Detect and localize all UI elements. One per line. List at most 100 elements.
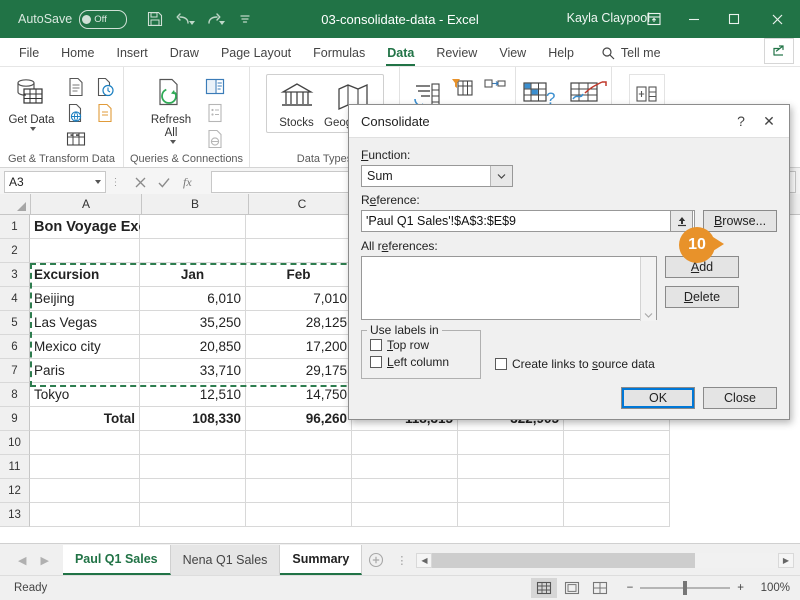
tab-formulas[interactable]: Formulas	[302, 43, 376, 66]
cell-c2[interactable]	[246, 239, 352, 263]
zoom-level-label[interactable]: 100%	[754, 582, 800, 594]
sheet-nav-arrows[interactable]: ◀ ▶	[0, 554, 63, 567]
cell-d11[interactable]	[352, 455, 458, 479]
cell-a4[interactable]: Beijing	[30, 287, 140, 311]
cancel-icon[interactable]	[134, 176, 147, 189]
cell-b5[interactable]: 35,250	[140, 311, 246, 335]
cell-d12[interactable]	[352, 479, 458, 503]
close-button[interactable]: Close	[703, 387, 777, 409]
tab-data[interactable]: Data	[376, 43, 425, 66]
cell-b1[interactable]	[140, 215, 246, 239]
left-column-checkbox[interactable]	[370, 356, 382, 368]
queries-connections-pane-icon[interactable]	[202, 75, 228, 99]
existing-connections-icon[interactable]	[92, 101, 118, 125]
tab-home[interactable]: Home	[50, 43, 105, 66]
customize-quick-access-icon[interactable]	[231, 6, 259, 32]
cell-f10[interactable]	[564, 431, 670, 455]
properties-icon[interactable]	[202, 101, 228, 125]
cell-e12[interactable]	[458, 479, 564, 503]
cell-b8[interactable]: 12,510	[140, 383, 246, 407]
cell-a13[interactable]	[30, 503, 140, 527]
column-header-a[interactable]: A	[31, 194, 142, 214]
row-header-1[interactable]: 1	[0, 215, 30, 239]
top-row-checkbox[interactable]	[370, 339, 382, 351]
cell-e13[interactable]	[458, 503, 564, 527]
ok-button[interactable]: OK	[621, 387, 695, 409]
row-header-9[interactable]: 9	[0, 407, 30, 431]
all-references-scrollbar[interactable]	[640, 257, 656, 321]
cell-a10[interactable]	[30, 431, 140, 455]
row-header-12[interactable]: 12	[0, 479, 30, 503]
cell-c13[interactable]	[246, 503, 352, 527]
cell-c4[interactable]: 7,010	[246, 287, 352, 311]
cell-b9[interactable]: 108,330	[140, 407, 246, 431]
cell-c11[interactable]	[246, 455, 352, 479]
cell-a2[interactable]	[30, 239, 140, 263]
create-links-checkbox[interactable]	[495, 358, 507, 370]
save-icon[interactable]	[141, 6, 169, 32]
cell-b4[interactable]: 6,010	[140, 287, 246, 311]
tell-me-search[interactable]: Tell me	[585, 43, 670, 66]
cell-b11[interactable]	[140, 455, 246, 479]
row-header-7[interactable]: 7	[0, 359, 30, 383]
cell-a9[interactable]: Total	[30, 407, 140, 431]
row-header-6[interactable]: 6	[0, 335, 30, 359]
cell-a3[interactable]: Excursion	[30, 263, 140, 287]
next-sheet-icon[interactable]: ▶	[40, 554, 48, 567]
cell-c5[interactable]: 28,125	[246, 311, 352, 335]
sheet-tab-summary[interactable]: Summary	[280, 545, 363, 575]
cell-b3[interactable]: Jan	[140, 263, 246, 287]
cell-d13[interactable]	[352, 503, 458, 527]
cell-b13[interactable]	[140, 503, 246, 527]
zoom-out-button[interactable]: −	[627, 582, 634, 594]
column-header-b[interactable]: B	[142, 194, 249, 214]
tab-review[interactable]: Review	[425, 43, 488, 66]
row-header-4[interactable]: 4	[0, 287, 30, 311]
normal-view-button[interactable]	[530, 578, 557, 598]
cell-a11[interactable]	[30, 455, 140, 479]
cell-a7[interactable]: Paris	[30, 359, 140, 383]
stocks-button[interactable]: Stocks	[271, 77, 323, 130]
top-row-checkbox-row[interactable]: Top row	[370, 338, 472, 352]
cell-c10[interactable]	[246, 431, 352, 455]
left-column-checkbox-row[interactable]: Left column	[370, 355, 472, 369]
filter-icon[interactable]	[449, 75, 475, 99]
cell-b7[interactable]: 33,710	[140, 359, 246, 383]
undo-icon[interactable]	[171, 6, 199, 32]
sheet-overflow-icon[interactable]: ⋮	[390, 554, 414, 567]
minimize-icon[interactable]	[674, 0, 714, 38]
cell-f13[interactable]	[564, 503, 670, 527]
row-header-13[interactable]: 13	[0, 503, 30, 527]
cell-a12[interactable]	[30, 479, 140, 503]
row-header-5[interactable]: 5	[0, 311, 30, 335]
name-box-dropdown-icon[interactable]	[95, 180, 101, 184]
recent-sources-icon[interactable]	[92, 75, 118, 99]
cell-a5[interactable]: Las Vegas	[30, 311, 140, 335]
edit-links-icon[interactable]	[202, 127, 228, 151]
function-select[interactable]: Sum	[361, 165, 513, 187]
cell-a8[interactable]: Tokyo	[30, 383, 140, 407]
cell-b2[interactable]	[140, 239, 246, 263]
refresh-all-button[interactable]: Refresh All	[145, 74, 197, 144]
get-data-button[interactable]: Get Data	[6, 74, 58, 131]
from-text-csv-icon[interactable]	[63, 75, 89, 99]
close-icon[interactable]	[754, 0, 800, 38]
redo-icon[interactable]	[201, 6, 229, 32]
text-to-columns-icon[interactable]	[482, 75, 508, 99]
cell-f11[interactable]	[564, 455, 670, 479]
tab-view[interactable]: View	[488, 43, 537, 66]
scroll-right-button[interactable]: ▶	[778, 552, 794, 568]
column-header-c[interactable]: C	[249, 194, 356, 214]
cell-d10[interactable]	[352, 431, 458, 455]
horizontal-scroll-thumb[interactable]	[432, 552, 696, 568]
cell-c8[interactable]: 14,750	[246, 383, 352, 407]
tab-insert[interactable]: Insert	[106, 43, 159, 66]
sheet-tab-nena-q1-sales[interactable]: Nena Q1 Sales	[170, 545, 281, 575]
page-break-preview-button[interactable]	[587, 578, 613, 598]
cell-c6[interactable]: 17,200	[246, 335, 352, 359]
scroll-left-button[interactable]: ◀	[416, 552, 433, 568]
cell-c3[interactable]: Feb	[246, 263, 352, 287]
tab-page-layout[interactable]: Page Layout	[210, 43, 302, 66]
cell-c12[interactable]	[246, 479, 352, 503]
create-links-checkbox-row[interactable]: Create links to source data	[495, 357, 655, 371]
